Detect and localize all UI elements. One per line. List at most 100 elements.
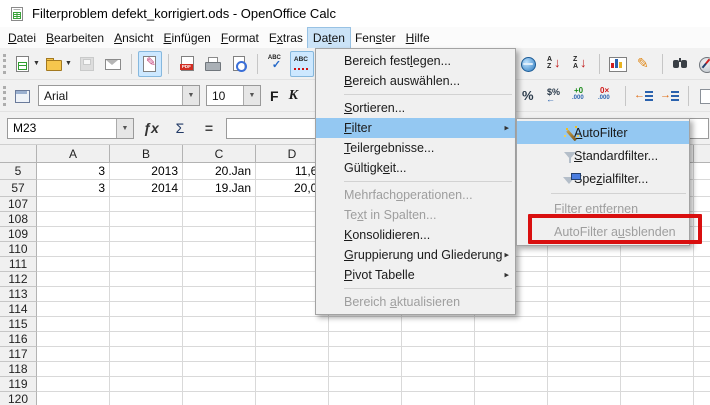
send-email-button[interactable] [101, 51, 125, 77]
sum-button[interactable]: Σ [168, 117, 192, 139]
borders-button[interactable] [695, 83, 710, 109]
cell[interactable] [110, 332, 183, 347]
cell[interactable]: 2013 [110, 163, 183, 180]
cell[interactable]: 19.Jan [183, 180, 256, 197]
cell[interactable] [621, 392, 694, 405]
cell[interactable] [256, 332, 329, 347]
cell[interactable] [694, 272, 710, 287]
menu-item-text-in-spalten[interactable]: Text in Spalten... [316, 205, 515, 225]
export-pdf-button[interactable] [175, 51, 199, 77]
cell[interactable] [548, 257, 621, 272]
cell[interactable] [256, 347, 329, 362]
cell[interactable] [183, 332, 256, 347]
cell[interactable] [694, 302, 710, 317]
cell[interactable]: 3 [37, 163, 110, 180]
column-header[interactable] [694, 145, 710, 163]
cell[interactable] [621, 362, 694, 377]
menubar-item-ansicht[interactable]: Ansicht [109, 28, 158, 48]
cell[interactable]: 20.Jan [183, 163, 256, 180]
menu-item-pivot-tabelle[interactable]: Pivot Tabelle▸ [316, 265, 515, 285]
hyperlink-button[interactable] [517, 51, 541, 77]
cell[interactable] [183, 197, 256, 212]
cell[interactable] [475, 332, 548, 347]
cell[interactable] [402, 362, 475, 377]
spellcheck-button[interactable] [264, 51, 288, 77]
cell[interactable] [548, 347, 621, 362]
cell[interactable] [37, 362, 110, 377]
cell[interactable] [183, 392, 256, 405]
cell[interactable] [37, 317, 110, 332]
styles-window-button[interactable] [11, 83, 35, 109]
cell[interactable]: 3 [37, 180, 110, 197]
cell[interactable] [329, 392, 402, 405]
cell[interactable] [621, 332, 694, 347]
menu-item-spezialfilter[interactable]: Spezialfilter... [517, 167, 689, 190]
cell[interactable] [110, 317, 183, 332]
menubar-item-bearbeiten[interactable]: Bearbeiten [41, 28, 109, 48]
cell[interactable] [621, 257, 694, 272]
cell[interactable] [183, 227, 256, 242]
cell[interactable] [256, 377, 329, 392]
cell[interactable] [37, 392, 110, 405]
cell[interactable] [621, 287, 694, 302]
cell[interactable] [183, 257, 256, 272]
navigator-button[interactable] [695, 51, 710, 77]
cell[interactable] [694, 242, 710, 257]
cell[interactable] [110, 392, 183, 405]
cell[interactable] [183, 287, 256, 302]
row-header-111[interactable]: 111 [0, 257, 37, 272]
cell[interactable] [110, 287, 183, 302]
edit-mode-button[interactable] [138, 51, 162, 77]
row-header-118[interactable]: 118 [0, 362, 37, 377]
column-header-B[interactable]: B [110, 145, 183, 163]
cell[interactable] [548, 287, 621, 302]
menu-item-konsolidieren[interactable]: Konsolidieren... [316, 225, 515, 245]
font-size-combobox[interactable]: 10 ▼ [206, 85, 261, 106]
sort-ascending-button[interactable] [543, 51, 567, 77]
cell[interactable] [110, 347, 183, 362]
cell[interactable] [329, 377, 402, 392]
menu-item-standardfilter[interactable]: Standardfilter... [517, 144, 689, 167]
cell[interactable] [110, 257, 183, 272]
cell[interactable] [548, 302, 621, 317]
cell[interactable] [694, 163, 710, 180]
chevron-down-icon[interactable]: ▼ [65, 60, 72, 67]
row-header-117[interactable]: 117 [0, 347, 37, 362]
row-header-115[interactable]: 115 [0, 317, 37, 332]
cell[interactable] [110, 227, 183, 242]
open-file-button[interactable]: ▼ [43, 51, 73, 77]
cell[interactable] [694, 392, 710, 405]
function-wizard-button[interactable]: ƒx [139, 117, 163, 139]
column-header-C[interactable]: C [183, 145, 256, 163]
cell[interactable] [183, 377, 256, 392]
menubar-item-einfuegen[interactable]: Einfügen [158, 28, 215, 48]
cell[interactable] [329, 317, 402, 332]
name-box[interactable]: M23 ▼ [7, 118, 134, 139]
bold-button[interactable]: F [264, 88, 285, 104]
cell[interactable] [694, 377, 710, 392]
cell[interactable] [694, 362, 710, 377]
formula-button[interactable]: = [197, 117, 221, 139]
toolbar-grip[interactable] [3, 86, 7, 106]
cell[interactable]: 2014 [110, 180, 183, 197]
cell[interactable] [183, 362, 256, 377]
cell[interactable] [110, 242, 183, 257]
chevron-down-icon[interactable]: ▼ [182, 86, 199, 105]
menubar-item-daten[interactable]: Daten [308, 28, 350, 48]
cell[interactable] [694, 347, 710, 362]
cell[interactable] [256, 392, 329, 405]
cell[interactable] [548, 377, 621, 392]
new-document-button[interactable]: ▼ [11, 51, 41, 77]
menu-item-filter[interactable]: Filter▸ [316, 118, 515, 138]
row-header-108[interactable]: 108 [0, 212, 37, 227]
menubar-item-datei[interactable]: Datei [3, 28, 41, 48]
cell[interactable] [37, 347, 110, 362]
menu-item-bereich-festlegen[interactable]: Bereich festlegen... [316, 51, 515, 71]
column-header-A[interactable]: A [37, 145, 110, 163]
cell[interactable] [37, 377, 110, 392]
cell[interactable] [402, 332, 475, 347]
decrease-indent-button[interactable] [632, 83, 656, 109]
cell[interactable] [256, 317, 329, 332]
row-header-113[interactable]: 113 [0, 287, 37, 302]
chevron-down-icon[interactable]: ▼ [243, 86, 260, 105]
